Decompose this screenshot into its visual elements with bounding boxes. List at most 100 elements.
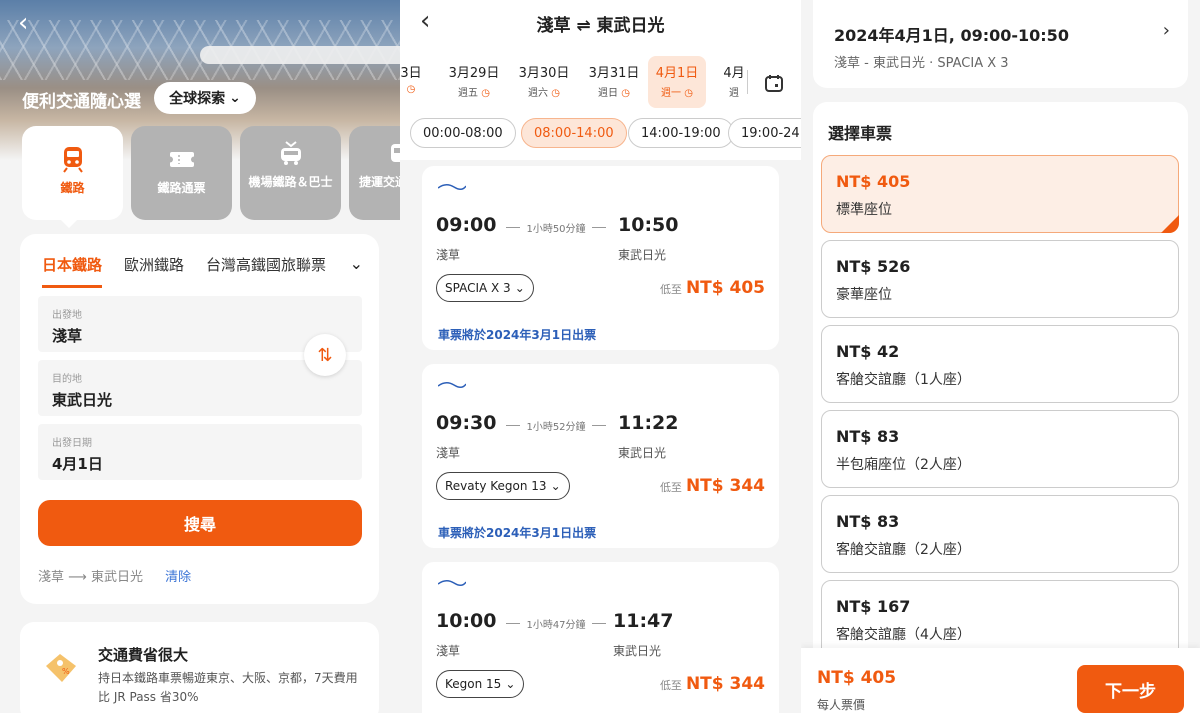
section-title: 選擇車票 [828,124,893,143]
price-prefix: 低至 [659,481,682,494]
chevron-right-icon[interactable]: › [1163,20,1170,41]
date-item[interactable]: 3月29日 週五 ◷ [445,56,503,108]
time-slot-selected[interactable]: 08:00-14:00 [521,118,627,148]
duration: 1小時52分鐘 [506,418,606,433]
tobu-logo [438,382,466,388]
time-slot[interactable]: 00:00-08:00 [410,118,516,148]
category-label: 鐵路通票 [157,181,206,195]
trip-summary[interactable]: 2024年4月1日, 09:00-10:50 淺草 - 東武日光 · SPACI… [813,0,1188,88]
weekday-label: 週 [729,88,739,99]
page-title: 便利交通隨心選 [22,92,141,112]
trip-datetime: 2024年4月1日, 09:00-10:50 [834,26,1069,45]
clear-button[interactable]: 清除 [165,570,191,585]
date-selector: 3日 ◷ 3月29日 週五 ◷ 3月30日 週六 ◷ 3月31日 週日 ◷ 4月… [400,56,745,110]
train-graphic [200,46,400,64]
chevron-down-icon[interactable]: ⌄ [350,254,363,273]
ticket-option[interactable]: NT$ 526 豪華座位 [821,240,1179,318]
coupon-icon: % [46,654,76,682]
date-item[interactable]: 4月 週 [705,56,745,108]
time-slot-filter: 00:00-08:00 08:00-14:00 14:00-19:00 19:0… [410,118,801,148]
category-airport[interactable]: 機場鐵路＆巴士 [240,126,341,220]
departure-station: 淺草 [436,248,461,262]
tab-europe-rail[interactable]: 歐洲鐵路 [124,254,184,288]
chevron-down-icon: ⌄ [229,90,241,106]
weekday-label: 週一 [661,88,682,99]
weekday: 週五 ◷ [445,84,503,99]
divider [747,70,748,94]
train-name-dropdown[interactable]: Kegon 15 ⌄ [436,670,525,698]
ticket-name: 客艙交誼廳（4人座） [836,627,971,643]
date-item-selected[interactable]: 4月1日 週一 ◷ [648,56,706,108]
weekday-label: 週六 [528,88,549,99]
clock-icon: ◷ [551,88,560,99]
train-name: Revaty Kegon 13 [445,479,547,493]
departure-time: 10:00 [436,610,497,632]
recent-search[interactable]: 淺草 ⟶ 東武日光 清除 [38,566,191,585]
calendar-icon[interactable] [764,73,784,93]
departure-time: 09:00 [436,214,497,236]
weekday-label: 週五 [458,88,479,99]
chevron-down-icon: ⌄ [550,479,561,493]
train-name-dropdown[interactable]: SPACIA X 3 ⌄ [436,274,534,302]
ticket-option[interactable]: NT$ 83 半包廂座位（2人座） [821,410,1179,488]
train-name: SPACIA X 3 [445,281,511,295]
ticket-option-selected[interactable]: NT$ 405 標準座位 [821,155,1179,233]
search-card: 日本鐵路 歐洲鐵路 台灣高鐵國旅聯票 ⌄ 出發地 淺草 目的地 東武日光 ⇅ 出… [20,234,379,604]
train-name-dropdown[interactable]: Revaty Kegon 13 ⌄ [436,472,570,500]
chevron-down-icon: ⌄ [514,281,525,295]
date-item[interactable]: 3月31日 週日 ◷ [585,56,643,108]
arrival-station: 東武日光 [618,248,667,262]
ticket-option[interactable]: NT$ 83 客艙交誼廳（2人座） [821,495,1179,573]
category-rail[interactable]: 鐵路 [22,126,123,220]
category-label: 捷運交通 [359,175,400,189]
train-card[interactable]: 09:30 1小時52分鐘 11:22 淺草 東武日光 Revaty Kegon… [422,364,779,548]
swap-icon[interactable]: ⇅ [304,334,346,376]
train-card[interactable]: 10:00 1小時47分鐘 11:47 淺草 東武日光 Kegon 15 ⌄ 低至… [422,562,779,713]
ticket-list: 選擇車票 NT$ 405 標準座位 NT$ 526 豪華座位 NT$ 42 客艙… [813,102,1188,662]
tab-taiwan-hsr[interactable]: 台灣高鐵國旅聯票 [206,254,326,288]
time-slot[interactable]: 19:00-24:00 [728,118,801,148]
back-icon[interactable]: ‹ [18,8,28,38]
duration: 1小時50分鐘 [506,220,606,235]
home-screen: ‹ 便利交通隨心選 全球探索 ⌄ 鐵路 鐵路通票 機場鐵路＆巴士 捷運交通 日本… [0,0,400,713]
ticket-price: NT$ 526 [836,257,911,276]
weekday-label: 週日 [598,88,619,99]
duration: 1小時47分鐘 [506,616,606,631]
explore-button[interactable]: 全球探索 ⌄ [154,82,256,114]
price: 低至 NT$ 405 [660,278,765,298]
departure-station: 淺草 [436,446,461,460]
price-value: NT$ 405 [685,278,765,298]
ticket-price: NT$ 405 [836,172,911,191]
date-label: 3月31日 [588,66,640,81]
results-header: ‹ 淺草 ⇌ 東武日光 3日 ◷ 3月29日 週五 ◷ 3月30日 週六 ◷ 3… [400,0,801,160]
train-name: Kegon 15 [445,677,502,691]
price: 低至 NT$ 344 [660,674,765,694]
arrow-icon: ⟶ [68,570,91,585]
ticket-option[interactable]: NT$ 167 客艙交誼廳（4人座） [821,580,1179,658]
date-field[interactable]: 出發日期 4月1日 [38,424,362,480]
date-item[interactable]: 3日 ◷ [400,56,440,108]
tab-japan-rail[interactable]: 日本鐵路 [42,254,103,288]
weekday: 週日 ◷ [585,84,643,99]
category-label: 機場鐵路＆巴士 [248,175,333,189]
ticket-option[interactable]: NT$ 42 客艙交誼廳（1人座） [821,325,1179,403]
time-slot[interactable]: 14:00-19:00 [628,118,734,148]
clock-icon: ◷ [684,88,693,99]
date-item[interactable]: 3月30日 週六 ◷ [515,56,573,108]
ticket-price: NT$ 42 [836,342,900,361]
total-label: 每人票價 [817,698,866,712]
search-button[interactable]: 搜尋 [38,500,362,546]
next-button[interactable]: 下一步 [1077,665,1184,713]
category-pointer [59,218,79,228]
arrival-station: 東武日光 [618,446,667,460]
category-metro[interactable]: 捷運交通 [349,126,400,220]
price-prefix: 低至 [659,679,682,692]
metro-icon [391,144,400,162]
chevron-down-icon: ⌄ [505,677,516,691]
date-value: 4月1日 [52,455,103,473]
train-card[interactable]: 09:00 1小時50分鐘 10:50 淺草 東武日光 SPACIA X 3 ⌄ … [422,166,779,350]
check-icon [1161,215,1179,233]
ticket-note: 車票將於2024年3月1日出票 [438,328,597,342]
category-rail-pass[interactable]: 鐵路通票 [131,126,232,220]
promo-card[interactable]: % 交通費省很大 持日本鐵路車票暢遊東京、大阪、京都，7天費用比 JR Pass… [20,622,379,713]
